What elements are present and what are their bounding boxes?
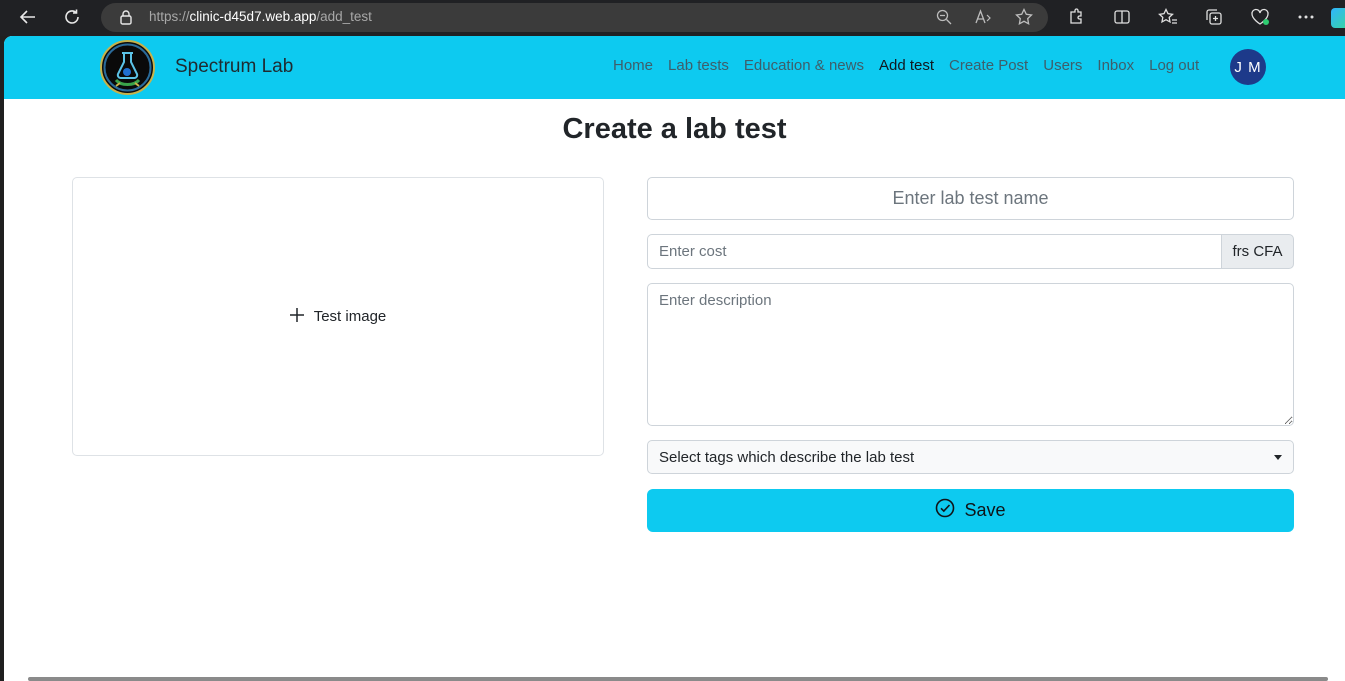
add-test-image-button[interactable]: Test image: [289, 307, 387, 326]
nav-link-education-news[interactable]: Education & news: [744, 57, 864, 74]
web-page: Spectrum Lab Home Lab tests Education & …: [4, 36, 1345, 681]
favorite-star-icon[interactable]: [1014, 7, 1034, 27]
address-bar[interactable]: https://clinic-d45d7.web.app/add_test: [101, 3, 1048, 32]
description-textarea[interactable]: [647, 283, 1294, 426]
nav-link-add-test[interactable]: Add test: [879, 57, 934, 74]
nav-links: Home Lab tests Education & news Add test…: [613, 57, 1214, 74]
horizontal-scrollbar[interactable]: [28, 677, 1328, 681]
caret-down-icon: [1274, 454, 1282, 460]
logo[interactable]: [100, 40, 155, 95]
lab-test-name-input[interactable]: [647, 177, 1294, 220]
save-button[interactable]: Save: [647, 489, 1294, 532]
url-path: /add_test: [316, 9, 372, 24]
test-image-label: Test image: [313, 308, 387, 325]
nav-link-log-out[interactable]: Log out: [1149, 57, 1199, 74]
reload-icon[interactable]: [60, 5, 84, 29]
save-label: Save: [964, 500, 1006, 520]
avatar[interactable]: J M: [1230, 49, 1266, 85]
cost-input-group: frs CFA: [647, 234, 1294, 269]
collections-icon[interactable]: [1203, 6, 1225, 28]
back-arrow-icon[interactable]: [16, 5, 40, 29]
tags-select-label: Select tags which describe the lab test: [659, 448, 915, 466]
check-circle-icon: [935, 498, 955, 523]
nav-link-home[interactable]: Home: [613, 57, 653, 74]
more-options-icon[interactable]: [1295, 6, 1317, 28]
cost-unit-label: frs CFA: [1221, 234, 1294, 269]
nav-link-inbox[interactable]: Inbox: [1097, 57, 1134, 74]
navbar: Spectrum Lab Home Lab tests Education & …: [4, 36, 1345, 99]
tags-select[interactable]: Select tags which describe the lab test: [647, 440, 1294, 474]
copilot-icon[interactable]: [1331, 8, 1345, 28]
cost-input[interactable]: [647, 234, 1221, 269]
nav-link-users[interactable]: Users: [1043, 57, 1082, 74]
browser-essentials-icon[interactable]: [1249, 6, 1271, 28]
lock-icon: [118, 9, 134, 25]
brand-name[interactable]: Spectrum Lab: [175, 56, 293, 78]
plus-icon: [289, 307, 304, 326]
url-prefix: https://: [149, 9, 190, 24]
favorites-icon[interactable]: [1157, 6, 1179, 28]
read-aloud-icon[interactable]: [974, 7, 994, 27]
nav-link-create-post[interactable]: Create Post: [949, 57, 1028, 74]
split-screen-icon[interactable]: [1111, 6, 1133, 28]
page-title: Create a lab test: [562, 113, 787, 145]
browser-toolbar: https://clinic-d45d7.web.app/add_test: [0, 0, 1345, 36]
extensions-icon[interactable]: [1065, 6, 1087, 28]
url-text: https://clinic-d45d7.web.app/add_test: [149, 9, 372, 24]
test-image-dropzone[interactable]: Test image: [72, 177, 604, 456]
url-host: clinic-d45d7.web.app: [189, 9, 317, 24]
zoom-icon[interactable]: [934, 7, 954, 27]
nav-link-lab-tests[interactable]: Lab tests: [668, 57, 729, 74]
